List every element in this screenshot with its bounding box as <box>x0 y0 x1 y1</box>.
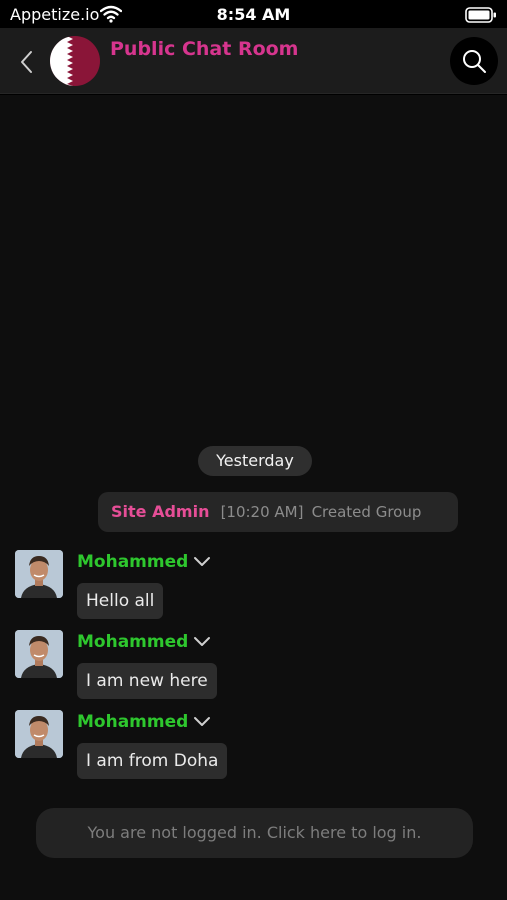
message-row: Mohammed I am from Doha <box>0 710 507 785</box>
message-bubble[interactable]: Hello all <box>77 583 164 619</box>
avatar[interactable] <box>15 630 63 678</box>
chevron-down-icon[interactable] <box>193 555 211 567</box>
message-bubble[interactable]: I am new here <box>77 663 217 699</box>
system-message: Site Admin [10:20 AM] Created Group <box>98 492 458 532</box>
avatar[interactable] <box>15 710 63 758</box>
chevron-down-icon[interactable] <box>193 715 211 727</box>
system-message-sender: Site Admin <box>111 502 210 521</box>
status-time: 8:54 AM <box>216 5 291 24</box>
message-sender[interactable]: Mohammed <box>77 632 188 652</box>
login-banner-button[interactable]: You are not logged in. Click here to log… <box>36 808 473 858</box>
message-bubble[interactable]: I am from Doha <box>77 743 228 779</box>
system-message-time: [10:20 AM] <box>220 503 304 521</box>
system-message-text: Created Group <box>311 503 422 521</box>
back-button[interactable] <box>14 48 40 76</box>
chat-header: Public Chat Room <box>0 28 507 94</box>
status-bar: Appetize.io 8:54 AM <box>0 0 507 28</box>
battery-icon <box>465 7 496 23</box>
date-divider: Yesterday <box>198 446 312 476</box>
message-sender[interactable]: Mohammed <box>77 552 188 572</box>
message-row: Mohammed I am new here <box>0 630 507 705</box>
message-sender[interactable]: Mohammed <box>77 712 188 732</box>
chevron-down-icon[interactable] <box>193 635 211 647</box>
message-row: Mohammed Hello all <box>0 550 507 625</box>
chat-messages-area[interactable]: Yesterday Site Admin [10:20 AM] Created … <box>0 95 507 900</box>
search-button[interactable] <box>450 37 498 85</box>
search-icon <box>463 50 486 73</box>
avatar[interactable] <box>15 550 63 598</box>
page-title: Public Chat Room <box>110 38 299 60</box>
qatar-flag-icon[interactable] <box>50 36 100 86</box>
